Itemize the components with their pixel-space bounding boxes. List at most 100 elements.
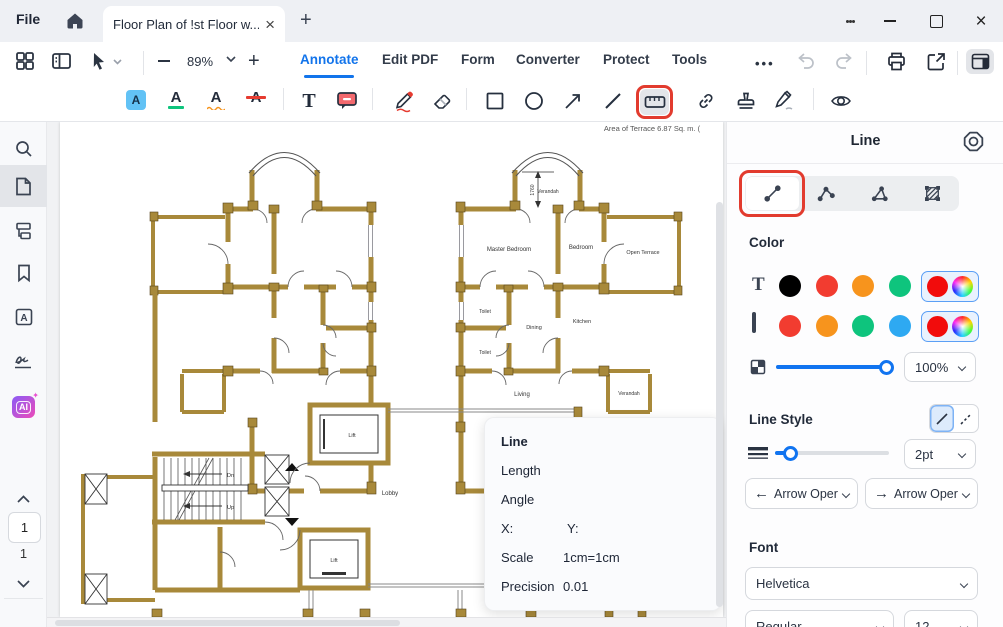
sidebar-item-bookmarks[interactable] bbox=[0, 256, 47, 290]
text-color-swatch-red[interactable] bbox=[816, 275, 838, 297]
toolbar-separator bbox=[957, 51, 958, 75]
zoom-in-button[interactable]: + bbox=[248, 50, 260, 73]
vertical-scrollbar-thumb[interactable] bbox=[716, 202, 723, 607]
opacity-slider-knob[interactable] bbox=[879, 360, 894, 375]
zoom-level-value[interactable]: 89% bbox=[182, 54, 218, 69]
measure-tool[interactable] bbox=[640, 89, 669, 115]
horizontal-scrollbar-thumb[interactable] bbox=[55, 620, 400, 626]
signature-tool[interactable] bbox=[772, 90, 796, 112]
close-button[interactable]: × bbox=[971, 12, 991, 30]
new-tab-button[interactable]: + bbox=[300, 9, 312, 32]
tab-close-icon[interactable]: × bbox=[265, 16, 275, 33]
text-color-current-swatch[interactable] bbox=[927, 276, 948, 297]
toolbar-separator bbox=[466, 88, 467, 110]
opacity-icon bbox=[749, 358, 767, 376]
more-options-kebab-icon[interactable] bbox=[840, 12, 860, 30]
arrow-start-dropdown[interactable]: ← Arrow Oper bbox=[745, 478, 858, 509]
text-color-swatch-orange[interactable] bbox=[852, 275, 874, 297]
select-cursor-tool[interactable] bbox=[90, 51, 108, 71]
export-share-icon[interactable] bbox=[926, 51, 947, 72]
horizontal-scrollbar[interactable] bbox=[47, 617, 726, 627]
font-style-dropdown[interactable]: Regular bbox=[745, 610, 894, 627]
document-tab[interactable]: Floor Plan of !st Floor w... × bbox=[103, 6, 285, 42]
line-style-solid[interactable] bbox=[930, 405, 954, 432]
border-color-swatch-orange[interactable] bbox=[816, 315, 838, 337]
eraser-tool[interactable] bbox=[431, 91, 453, 111]
line-type-area[interactable] bbox=[906, 176, 959, 211]
line-shape-tool[interactable] bbox=[603, 91, 623, 111]
right-panel-toggle-icon[interactable] bbox=[966, 49, 994, 74]
minimize-button[interactable] bbox=[880, 12, 900, 30]
border-color-swatch-blue[interactable] bbox=[889, 315, 911, 337]
text-color-swatch-green[interactable] bbox=[889, 275, 911, 297]
border-color-picker-wheel-icon[interactable] bbox=[952, 316, 973, 337]
home-button[interactable] bbox=[62, 8, 88, 34]
pencil-tool[interactable] bbox=[392, 89, 415, 113]
line-type-polyline[interactable] bbox=[800, 176, 853, 211]
current-page-input[interactable]: 1 bbox=[8, 512, 41, 543]
cursor-dropdown-chevron-icon[interactable] bbox=[113, 59, 122, 65]
sidebar-item-outline[interactable] bbox=[0, 214, 47, 248]
zoom-dropdown-chevron-icon[interactable] bbox=[226, 56, 236, 63]
text-color-icon: T bbox=[752, 274, 765, 296]
sidebar-item-signatures[interactable] bbox=[0, 344, 47, 378]
text-color-swatch-black[interactable] bbox=[779, 275, 801, 297]
dimension-label: 1760 bbox=[530, 184, 536, 195]
tab-annotate[interactable]: Annotate bbox=[300, 52, 359, 67]
sidebar-item-ai-assistant[interactable]: AI✦ bbox=[0, 390, 47, 424]
document-canvas[interactable]: Area of Terrace 6.87 Sq. m. ( bbox=[47, 122, 726, 627]
tab-protect[interactable]: Protect bbox=[603, 52, 650, 67]
tab-tools[interactable]: Tools bbox=[672, 52, 707, 67]
border-color-swatch-green[interactable] bbox=[852, 315, 874, 337]
text-comment-tool[interactable]: T bbox=[298, 90, 320, 112]
tab-edit-pdf[interactable]: Edit PDF bbox=[382, 52, 438, 67]
arrow-shape-tool[interactable] bbox=[563, 91, 583, 111]
gear-settings-icon[interactable] bbox=[963, 131, 984, 152]
border-color-current-swatch[interactable] bbox=[927, 316, 948, 337]
arrow-right-icon: → bbox=[874, 485, 889, 502]
maximize-button[interactable] bbox=[926, 12, 946, 30]
file-menu[interactable]: File bbox=[16, 11, 40, 27]
ellipse-shape-tool[interactable] bbox=[524, 91, 544, 111]
print-icon[interactable] bbox=[886, 51, 907, 72]
opacity-dropdown[interactable]: 100% bbox=[904, 352, 976, 382]
strikethrough-tool[interactable]: A bbox=[245, 89, 267, 113]
more-tabs-ellipsis-icon[interactable]: ••• bbox=[755, 56, 775, 71]
previous-page-button[interactable] bbox=[0, 482, 47, 516]
line-type-highlight-box bbox=[739, 170, 805, 217]
line-type-polygon[interactable] bbox=[853, 176, 906, 211]
font-size-dropdown[interactable]: 12 bbox=[904, 610, 978, 627]
border-color-selected-group bbox=[921, 311, 979, 342]
underline-tool[interactable]: A bbox=[165, 89, 187, 113]
line-width-dropdown[interactable]: 2pt bbox=[904, 439, 976, 469]
grid-view-icon[interactable] bbox=[15, 51, 35, 71]
border-color-swatch-red[interactable] bbox=[779, 315, 801, 337]
tab-form[interactable]: Form bbox=[461, 52, 495, 67]
room-label-verandah: Verandah bbox=[537, 189, 559, 195]
room-label-toilet-upper: Toilet bbox=[479, 309, 491, 315]
rectangle-shape-tool[interactable] bbox=[486, 92, 504, 110]
line-style-section-label: Line Style bbox=[749, 412, 813, 427]
line-width-slider-knob[interactable] bbox=[783, 446, 798, 461]
sidebar-item-annotations[interactable]: A bbox=[0, 300, 47, 334]
squiggly-underline-tool[interactable]: A bbox=[205, 89, 227, 113]
text-color-picker-wheel-icon[interactable] bbox=[952, 276, 973, 297]
arrow-end-dropdown[interactable]: → Arrow Oper bbox=[865, 478, 978, 509]
highlight-tool[interactable]: A bbox=[125, 89, 147, 113]
main-toolbar: 89% + Annotate Edit PDF Form Converter P… bbox=[0, 42, 1003, 80]
redo-icon[interactable] bbox=[834, 52, 854, 70]
next-page-button[interactable] bbox=[0, 567, 47, 601]
tooltip-title: Line bbox=[501, 434, 528, 449]
line-style-dashed[interactable] bbox=[954, 405, 978, 432]
tab-converter[interactable]: Converter bbox=[516, 52, 580, 67]
sidebar-toggle-icon[interactable] bbox=[51, 51, 72, 71]
undo-icon[interactable] bbox=[796, 52, 816, 70]
stamp-tool[interactable] bbox=[735, 90, 757, 112]
eye-visibility-tool[interactable] bbox=[830, 91, 852, 111]
link-tool[interactable] bbox=[696, 91, 716, 111]
sidebar-item-page-thumbnails[interactable] bbox=[0, 165, 47, 207]
sticky-note-tool[interactable] bbox=[336, 90, 358, 112]
sidebar-item-search[interactable] bbox=[0, 132, 47, 166]
font-family-dropdown[interactable]: Helvetica bbox=[745, 567, 978, 600]
zoom-out-button[interactable] bbox=[156, 52, 172, 70]
